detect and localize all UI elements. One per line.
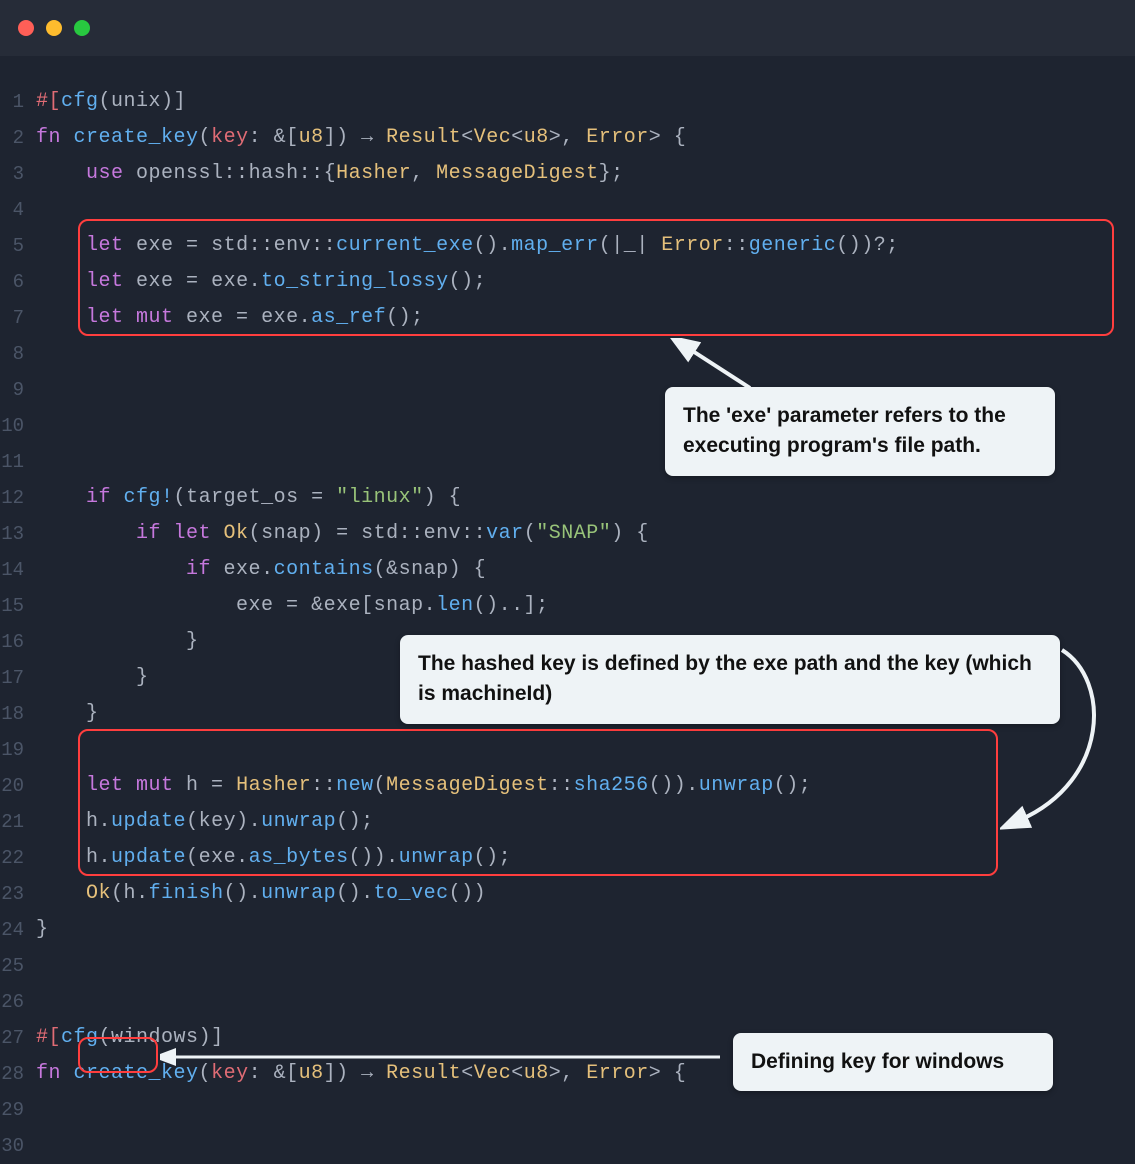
- line-number: 9: [0, 372, 36, 408]
- line-number: 3: [0, 156, 36, 192]
- code-line[interactable]: 3 use openssl::hash::{Hasher, MessageDig…: [0, 156, 1135, 192]
- code-content[interactable]: }: [36, 660, 149, 696]
- code-line[interactable]: 30: [0, 1128, 1135, 1164]
- line-number: 28: [0, 1056, 36, 1092]
- line-number: 1: [0, 84, 36, 120]
- line-number: 2: [0, 120, 36, 156]
- code-line[interactable]: 19: [0, 732, 1135, 768]
- close-window-button[interactable]: [18, 20, 34, 36]
- line-number: 8: [0, 336, 36, 372]
- line-number: 13: [0, 516, 36, 552]
- line-number: 30: [0, 1128, 36, 1164]
- line-number: 18: [0, 696, 36, 732]
- code-line[interactable]: 22 h.update(exe.as_bytes()).unwrap();: [0, 840, 1135, 876]
- line-number: 23: [0, 876, 36, 912]
- code-content[interactable]: if exe.contains(&snap) {: [36, 552, 486, 588]
- line-number: 17: [0, 660, 36, 696]
- code-line[interactable]: 7 let mut exe = exe.as_ref();: [0, 300, 1135, 336]
- code-line[interactable]: 14 if exe.contains(&snap) {: [0, 552, 1135, 588]
- code-line[interactable]: 23 Ok(h.finish().unwrap().to_vec()): [0, 876, 1135, 912]
- annotation-callout-2: The hashed key is defined by the exe pat…: [400, 635, 1060, 724]
- window-titlebar: [0, 0, 1135, 56]
- line-number: 24: [0, 912, 36, 948]
- zoom-window-button[interactable]: [74, 20, 90, 36]
- line-number: 27: [0, 1020, 36, 1056]
- code-line[interactable]: 6 let exe = exe.to_string_lossy();: [0, 264, 1135, 300]
- code-content[interactable]: fn create_key(key: &[u8]) → Result<Vec<u…: [36, 120, 686, 156]
- line-number: 19: [0, 732, 36, 768]
- line-number: 5: [0, 228, 36, 264]
- code-content[interactable]: #[cfg(unix)]: [36, 84, 186, 120]
- line-number: 26: [0, 984, 36, 1020]
- code-line[interactable]: 26: [0, 984, 1135, 1020]
- code-content[interactable]: exe = &exe[snap.len()..];: [36, 588, 549, 624]
- code-line[interactable]: 29: [0, 1092, 1135, 1128]
- minimize-window-button[interactable]: [46, 20, 62, 36]
- line-number: 21: [0, 804, 36, 840]
- line-number: 29: [0, 1092, 36, 1128]
- code-line[interactable]: 25: [0, 948, 1135, 984]
- code-content[interactable]: if cfg!(target_os = "linux") {: [36, 480, 461, 516]
- code-content[interactable]: let mut exe = exe.as_ref();: [36, 300, 424, 336]
- code-line[interactable]: 2fn create_key(key: &[u8]) → Result<Vec<…: [0, 120, 1135, 156]
- code-editor[interactable]: 1#[cfg(unix)]2fn create_key(key: &[u8]) …: [0, 56, 1135, 1164]
- annotation-callout-1: The 'exe' parameter refers to the execut…: [665, 387, 1055, 476]
- code-content[interactable]: #[cfg(windows)]: [36, 1020, 224, 1056]
- line-number: 22: [0, 840, 36, 876]
- code-line[interactable]: 15 exe = &exe[snap.len()..];: [0, 588, 1135, 624]
- code-line[interactable]: 24}: [0, 912, 1135, 948]
- code-line[interactable]: 4: [0, 192, 1135, 228]
- line-number: 6: [0, 264, 36, 300]
- line-number: 20: [0, 768, 36, 804]
- code-line[interactable]: 1#[cfg(unix)]: [0, 84, 1135, 120]
- code-line[interactable]: 12 if cfg!(target_os = "linux") {: [0, 480, 1135, 516]
- code-line[interactable]: 13 if let Ok(snap) = std::env::var("SNAP…: [0, 516, 1135, 552]
- code-line[interactable]: 21 h.update(key).unwrap();: [0, 804, 1135, 840]
- line-number: 15: [0, 588, 36, 624]
- code-line[interactable]: 20 let mut h = Hasher::new(MessageDigest…: [0, 768, 1135, 804]
- code-content[interactable]: let exe = std::env::current_exe().map_er…: [36, 228, 899, 264]
- code-content[interactable]: }: [36, 624, 199, 660]
- annotation-callout-3: Defining key for windows: [733, 1033, 1053, 1091]
- line-number: 16: [0, 624, 36, 660]
- line-number: 10: [0, 408, 36, 444]
- line-number: 7: [0, 300, 36, 336]
- line-number: 12: [0, 480, 36, 516]
- code-content[interactable]: fn create_key(key: &[u8]) → Result<Vec<u…: [36, 1056, 686, 1092]
- line-number: 14: [0, 552, 36, 588]
- code-content[interactable]: if let Ok(snap) = std::env::var("SNAP") …: [36, 516, 649, 552]
- line-number: 25: [0, 948, 36, 984]
- code-content[interactable]: use openssl::hash::{Hasher, MessageDiges…: [36, 156, 624, 192]
- code-content[interactable]: let exe = exe.to_string_lossy();: [36, 264, 486, 300]
- code-content[interactable]: }: [36, 912, 49, 948]
- code-content[interactable]: h.update(key).unwrap();: [36, 804, 374, 840]
- code-content[interactable]: Ok(h.finish().unwrap().to_vec()): [36, 876, 486, 912]
- line-number: 11: [0, 444, 36, 480]
- code-line[interactable]: 8: [0, 336, 1135, 372]
- code-content[interactable]: }: [36, 696, 99, 732]
- code-content[interactable]: h.update(exe.as_bytes()).unwrap();: [36, 840, 511, 876]
- code-content[interactable]: let mut h = Hasher::new(MessageDigest::s…: [36, 768, 811, 804]
- line-number: 4: [0, 192, 36, 228]
- code-line[interactable]: 5 let exe = std::env::current_exe().map_…: [0, 228, 1135, 264]
